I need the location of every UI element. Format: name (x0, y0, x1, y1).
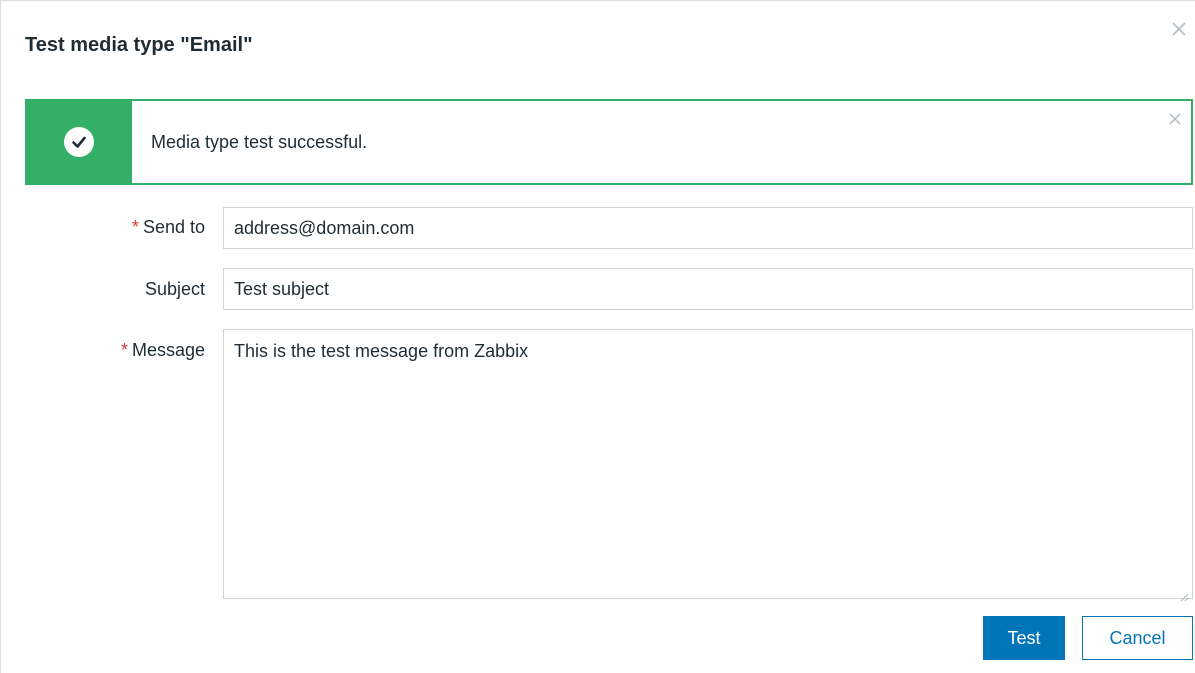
cancel-button[interactable]: Cancel (1082, 616, 1193, 660)
success-message-box: Media type test successful. (25, 99, 1193, 185)
resize-grip-icon[interactable] (1179, 585, 1189, 602)
message-label: * Message (120, 340, 205, 360)
required-marker: * (120, 340, 128, 360)
message-icon-area (25, 99, 132, 185)
message-close-icon[interactable] (1167, 111, 1183, 127)
subject-label: Subject (144, 279, 205, 299)
test-media-type-dialog: Test media type "Email" Media type test … (0, 0, 1195, 673)
required-marker: * (131, 217, 139, 237)
send-to-input[interactable]: address@domain.com (223, 207, 1193, 249)
message-text: Media type test successful. (151, 132, 368, 152)
close-icon[interactable] (1169, 19, 1189, 39)
send-to-label: * Send to (131, 217, 205, 237)
message-textarea-text: This is the test message from Zabbix (234, 341, 529, 361)
test-button[interactable]: Test (983, 616, 1065, 660)
dialog-title: Test media type "Email" (25, 34, 253, 56)
message-textarea[interactable]: This is the test message from Zabbix (223, 329, 1193, 602)
check-circle-icon (63, 127, 94, 157)
subject-input[interactable]: Test subject (223, 268, 1193, 310)
